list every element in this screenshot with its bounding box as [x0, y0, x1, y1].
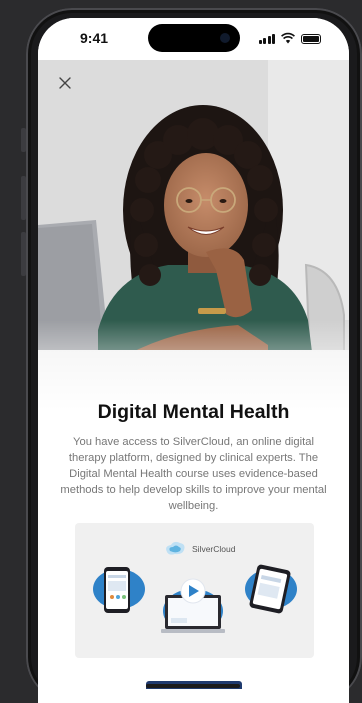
screen: 9:41 Digital Mental Health You have acce… [38, 18, 349, 703]
signal-icon [258, 34, 275, 44]
page-title: Digital Mental Health [97, 401, 290, 423]
description-text: You have access to SilverCloud, an onlin… [60, 436, 327, 512]
close-icon [59, 77, 71, 89]
devices-illustration [93, 564, 297, 633]
volume-down-button [21, 232, 26, 276]
woman-with-laptop-photo [38, 60, 349, 410]
dynamic-island [148, 24, 240, 52]
hero-image [38, 60, 349, 410]
volume-up-button [21, 176, 26, 220]
camera-icon [220, 33, 230, 43]
home-indicator [146, 684, 240, 688]
wifi-icon [281, 32, 295, 44]
close-button[interactable] [54, 72, 76, 94]
silvercloud-promo-card: SilverCloud [75, 523, 314, 658]
battery-icon [301, 34, 321, 44]
status-bar: 9:41 [38, 18, 349, 60]
status-icons [258, 32, 321, 44]
status-time: 9:41 [80, 30, 109, 46]
mute-switch [21, 128, 26, 152]
